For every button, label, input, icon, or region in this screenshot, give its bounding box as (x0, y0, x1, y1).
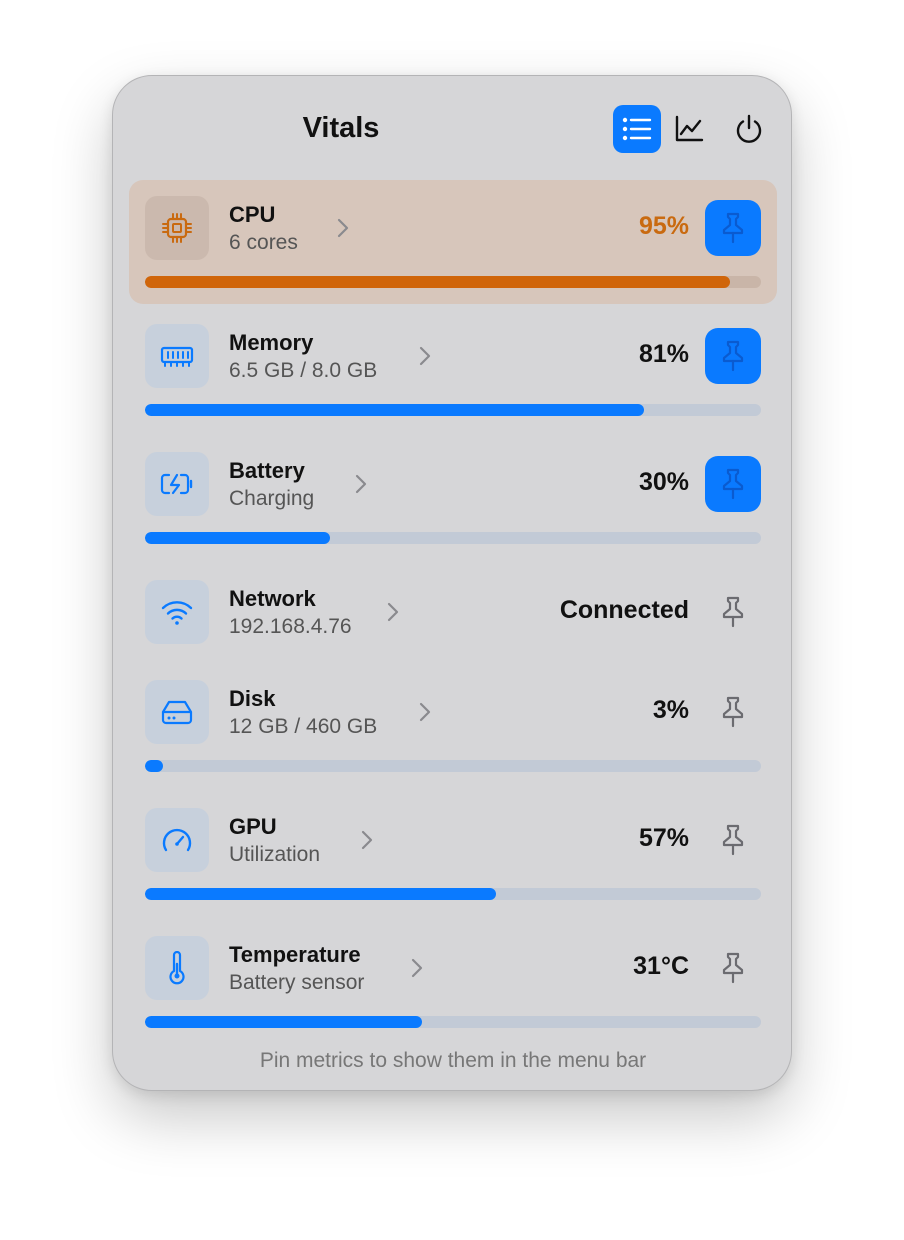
metric-value: 31°C (633, 952, 689, 980)
battery-charging-icon (160, 472, 194, 496)
pin-icon (722, 952, 744, 984)
chart-icon (675, 115, 704, 142)
power-icon (736, 114, 762, 143)
disk-icon (161, 699, 193, 725)
metric-name: Temperature (229, 942, 361, 967)
vitals-window: Vitals CPU 6 cores 95% Memory 6.5 GB / 8… (112, 75, 792, 1091)
thermometer-icon (167, 951, 187, 985)
progress-fill (145, 888, 497, 900)
pin-button[interactable] (705, 684, 761, 740)
chevron-right-icon[interactable] (419, 702, 431, 722)
pin-icon (722, 696, 744, 728)
chevron-right-icon[interactable] (411, 958, 423, 978)
metric-detail: 192.168.4.76 (229, 615, 352, 638)
metric-detail: 6 cores (229, 231, 298, 254)
metric-value: 30% (638, 468, 689, 496)
pin-button[interactable] (705, 200, 761, 256)
progress-track (145, 760, 761, 772)
chevron-right-icon[interactable] (337, 218, 349, 238)
chevron-right-icon[interactable] (361, 830, 373, 850)
metric-detail: 12 GB / 460 GB (229, 715, 378, 738)
progress-fill (145, 532, 330, 544)
metric-name: Battery (229, 458, 305, 483)
gauge-icon-box (145, 808, 209, 872)
cpu-icon-box (145, 196, 209, 260)
progress-fill (145, 276, 731, 288)
progress-track (145, 1016, 761, 1028)
chart-view-button[interactable] (665, 105, 713, 153)
metric-row-disk[interactable]: Disk 12 GB / 460 GB 3% (129, 664, 777, 788)
metric-value: 57% (638, 824, 689, 852)
power-button[interactable] (725, 105, 773, 153)
metric-name: Network (229, 586, 316, 611)
metric-row-temperature[interactable]: Temperature Battery sensor 31°C (129, 920, 777, 1044)
pin-button[interactable] (705, 940, 761, 996)
thermometer-icon-box (145, 936, 209, 1000)
pin-icon (722, 340, 744, 372)
metric-row-memory[interactable]: Memory 6.5 GB / 8.0 GB 81% (129, 308, 777, 432)
pin-icon (722, 824, 744, 856)
metric-name: Disk (229, 686, 276, 711)
metric-row-battery[interactable]: Battery Charging 30% (129, 436, 777, 560)
cpu-icon (161, 212, 193, 244)
disk-icon-box (145, 680, 209, 744)
footer-hint: Pin metrics to show them in the menu bar (259, 1049, 647, 1072)
metric-detail: Charging (229, 487, 315, 510)
progress-fill (145, 760, 164, 772)
pin-icon (722, 468, 744, 500)
chevron-right-icon[interactable] (387, 602, 399, 622)
metric-detail: Battery sensor (229, 971, 365, 994)
chevron-right-icon[interactable] (419, 346, 431, 366)
progress-fill (145, 404, 644, 416)
progress-fill (145, 1016, 423, 1028)
pin-button[interactable] (705, 812, 761, 868)
metric-value: Connected (559, 596, 689, 624)
metric-name: CPU (229, 202, 276, 227)
progress-track (145, 404, 761, 416)
battery-charging-icon-box (145, 452, 209, 516)
metric-detail: Utilization (229, 843, 321, 866)
pin-icon (722, 212, 744, 244)
pin-button[interactable] (705, 456, 761, 512)
memory-icon (160, 344, 194, 368)
list-icon (622, 117, 652, 141)
gauge-icon (161, 826, 193, 854)
metric-name: GPU (229, 814, 277, 839)
progress-track (145, 532, 761, 544)
metric-row-cpu[interactable]: CPU 6 cores 95% (129, 180, 777, 304)
metric-value: 3% (652, 696, 689, 724)
metric-value: 81% (638, 340, 689, 368)
pin-icon (722, 596, 744, 628)
wifi-icon-box (145, 580, 209, 644)
metric-row-gpu[interactable]: GPU Utilization 57% (129, 792, 777, 916)
chevron-right-icon[interactable] (355, 474, 367, 494)
wifi-icon (161, 599, 193, 625)
metric-detail: 6.5 GB / 8.0 GB (229, 359, 378, 382)
pin-button[interactable] (705, 328, 761, 384)
list-view-button[interactable] (613, 105, 661, 153)
window-title: Vitals (302, 112, 380, 144)
memory-icon-box (145, 324, 209, 388)
metric-value: 95% (638, 212, 689, 240)
progress-track (145, 276, 761, 288)
progress-track (145, 888, 761, 900)
pin-button[interactable] (705, 584, 761, 640)
metric-name: Memory (229, 330, 314, 355)
